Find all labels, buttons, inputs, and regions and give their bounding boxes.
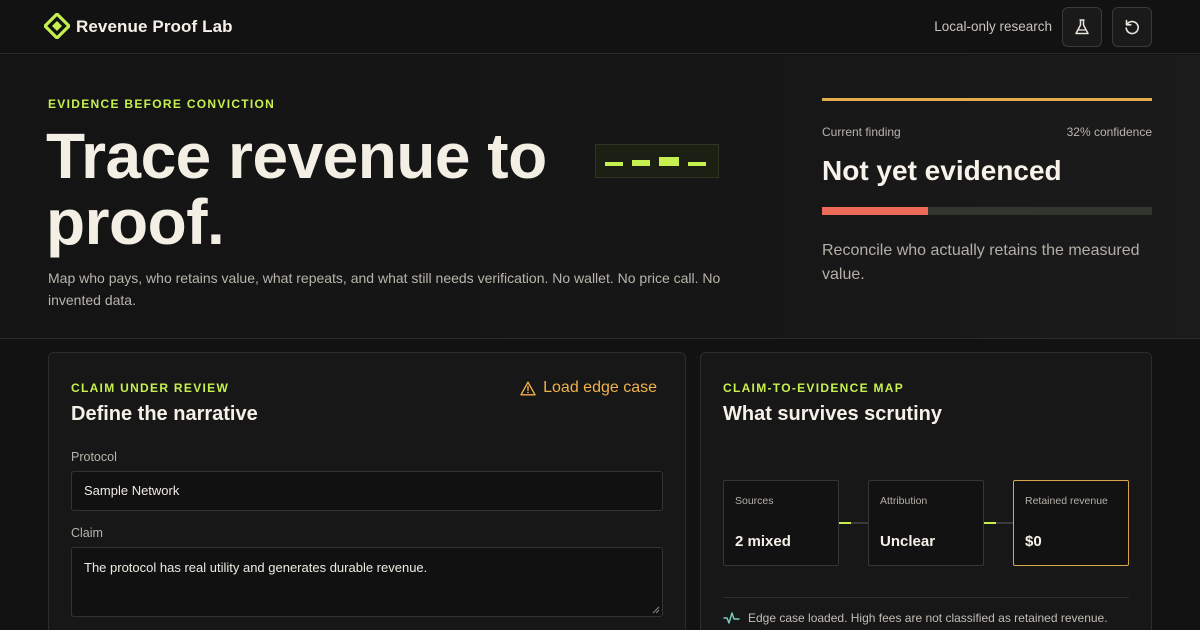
node-value: $0 <box>1025 533 1042 550</box>
ticker-bar <box>605 162 623 166</box>
claim-panel: CLAIM UNDER REVIEW Define the narrative … <box>48 352 686 630</box>
map-divider <box>723 597 1129 598</box>
node-value: Unclear <box>880 533 936 550</box>
mode-label: Local-only research <box>934 19 1052 34</box>
evidence-map-panel: CLAIM-TO-EVIDENCE MAP What survives scru… <box>700 352 1152 630</box>
finding-note: Reconcile who actually retains the measu… <box>822 242 1140 283</box>
confidence-bar <box>822 207 1152 215</box>
map-note-text: Edge case loaded. High fees are not clas… <box>748 611 1108 625</box>
claim-eyebrow: CLAIM UNDER REVIEW <box>71 381 230 395</box>
map-eyebrow: CLAIM-TO-EVIDENCE MAP <box>723 381 905 395</box>
confidence-bar-fill <box>822 207 928 215</box>
protocol-label: Protocol <box>71 450 117 464</box>
claim-label: Claim <box>71 526 103 540</box>
protocol-input[interactable]: Sample Network <box>71 471 663 511</box>
node-label: Attribution <box>880 495 928 507</box>
hero-section: EVIDENCE BEFORE CONVICTION Trace revenue… <box>0 55 1200 339</box>
node-label: Retained revenue <box>1025 495 1108 507</box>
reset-button[interactable] <box>1112 7 1152 47</box>
load-edge-case-label: Load edge case <box>543 379 657 396</box>
retained-revenue-node[interactable]: Retained revenue $0 <box>1013 480 1129 566</box>
pulse-icon <box>723 612 740 624</box>
signal-ticker <box>595 144 719 178</box>
finding-label: Current finding <box>822 125 901 139</box>
ticker-bar <box>632 160 650 166</box>
confidence-text: 32% confidence <box>1066 125 1152 139</box>
node-label: Sources <box>735 495 774 507</box>
load-edge-case-button[interactable]: Load edge case <box>520 379 657 397</box>
brand-name: Revenue Proof Lab <box>76 17 233 36</box>
claim-textarea[interactable]: The protocol has real utility and genera… <box>71 547 663 617</box>
top-bar: Revenue Proof Lab Local-only research <box>0 0 1200 54</box>
map-status-note: Edge case loaded. High fees are not clas… <box>723 611 1108 625</box>
attribution-node[interactable]: Attribution Unclear <box>868 480 984 566</box>
reset-icon <box>1125 19 1139 35</box>
hero-title: Trace revenue to proof. <box>46 123 766 255</box>
map-connector <box>984 522 1013 524</box>
warning-icon <box>520 381 536 395</box>
map-panel-title: What survives scrutiny <box>723 403 942 425</box>
sources-node[interactable]: Sources 2 mixed <box>723 480 839 566</box>
ticker-bar <box>659 157 679 166</box>
hero-title-line-2: proof. <box>46 186 225 258</box>
flask-icon <box>1075 19 1089 35</box>
hero-title-line-1: Trace revenue to <box>46 120 547 192</box>
map-connector <box>839 522 868 524</box>
diamond-logo-icon <box>44 13 70 39</box>
finding-card: Current finding 32% confidence Not yet e… <box>822 98 1152 287</box>
finding-accent-line <box>822 98 1152 101</box>
ticker-bar <box>688 162 706 166</box>
claim-panel-title: Define the narrative <box>71 403 258 425</box>
node-value: 2 mixed <box>735 533 791 550</box>
finding-title: Not yet evidenced <box>822 155 1062 186</box>
hero-description: Map who pays, who retains value, what re… <box>48 270 721 308</box>
flask-button[interactable] <box>1062 7 1102 47</box>
hero-eyebrow: EVIDENCE BEFORE CONVICTION <box>48 97 276 111</box>
resize-grip-icon[interactable] <box>652 606 660 614</box>
claim-text: The protocol has real utility and genera… <box>84 560 428 575</box>
